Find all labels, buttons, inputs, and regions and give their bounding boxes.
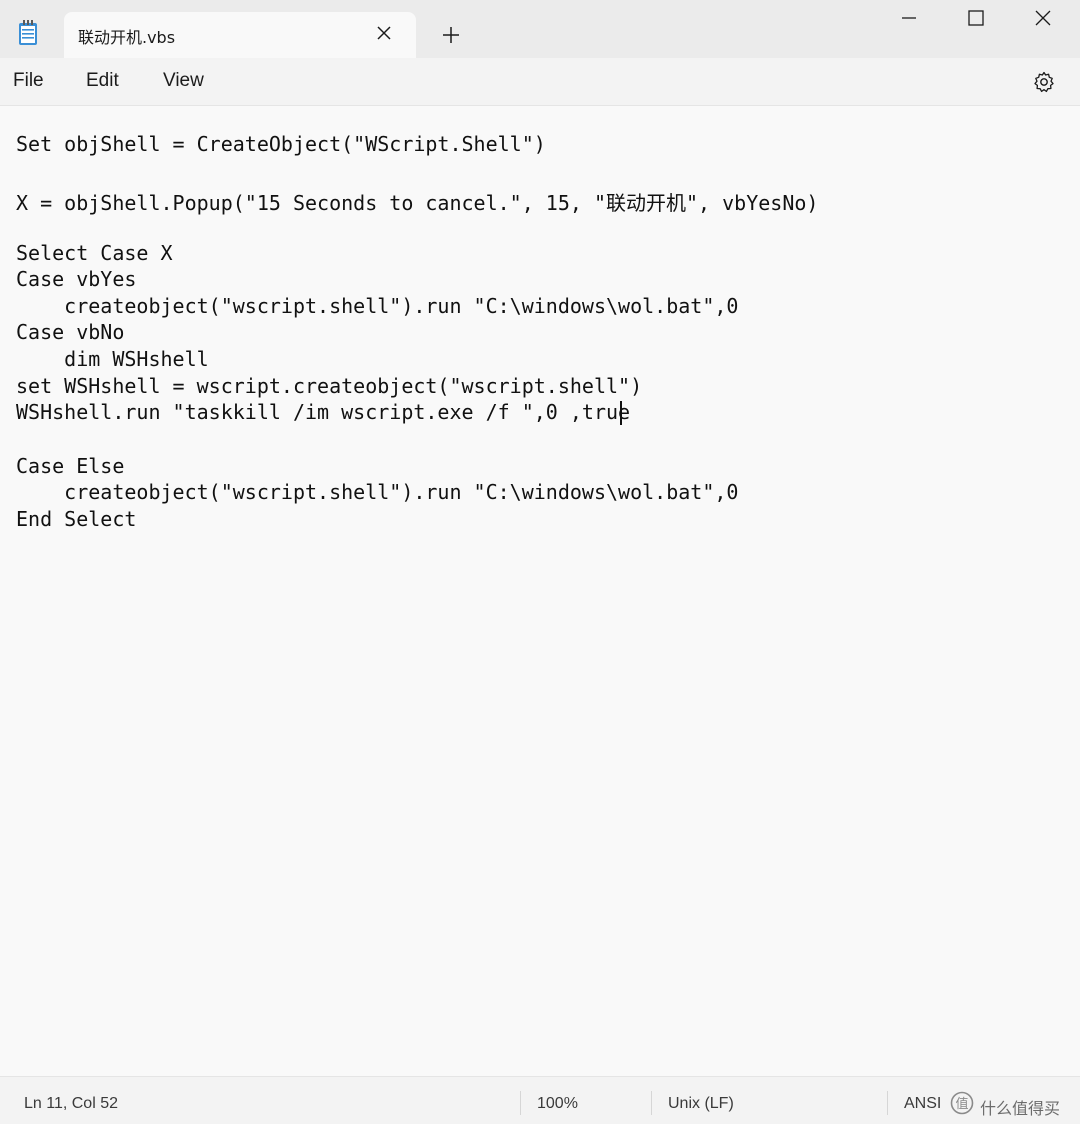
code-line: X = objShell.Popup("15 Seconds to cancel…	[16, 191, 819, 215]
menu-file[interactable]: File	[13, 70, 44, 92]
watermark-text: 什么值得买	[980, 1099, 1061, 1118]
code-line: Case Else	[16, 454, 125, 478]
tab-file[interactable]: 联动开机.vbs	[64, 12, 416, 58]
code-line: set WSHshell = wscript.createobject("wsc…	[16, 374, 643, 398]
svg-text:值: 值	[955, 1096, 968, 1112]
status-divider	[651, 1091, 652, 1115]
text-editor[interactable]: Set objShell = CreateObject("WScript.She…	[0, 106, 1080, 1076]
code-line: createobject("wscript.shell").run "C:\wi…	[16, 294, 739, 318]
close-window-button[interactable]	[1010, 0, 1078, 36]
notepad-icon	[18, 20, 38, 46]
close-icon[interactable]	[374, 23, 394, 43]
zoom-level[interactable]: 100%	[537, 1095, 578, 1113]
code-line: dim WSHshell	[16, 347, 209, 371]
code-line: Case vbYes	[16, 267, 137, 291]
line-ending[interactable]: Unix (LF)	[668, 1095, 734, 1113]
code-line: End Select	[16, 507, 137, 531]
encoding[interactable]: ANSI	[904, 1095, 941, 1113]
tab-title: 联动开机.vbs	[78, 28, 176, 47]
menu-edit[interactable]: Edit	[86, 70, 119, 92]
code-line: Case vbNo	[16, 320, 125, 344]
smzdm-logo-icon: 值	[950, 1091, 974, 1115]
title-bar: 联动开机.vbs	[0, 0, 1080, 58]
status-divider	[887, 1091, 888, 1115]
plus-icon[interactable]	[440, 24, 462, 46]
minimize-button[interactable]	[876, 0, 944, 36]
code-line: WSHshell.run "taskkill /im wscript.exe /…	[16, 400, 631, 424]
code-line: Set objShell = CreateObject("WScript.She…	[16, 132, 546, 156]
text-caret	[620, 401, 622, 425]
menu-view[interactable]: View	[163, 70, 204, 92]
code-line: Select Case X	[16, 241, 173, 265]
menu-bar: File Edit View	[0, 58, 1080, 106]
minimize-icon	[902, 17, 916, 19]
maximize-icon	[968, 10, 984, 26]
cursor-position: Ln 11, Col 52	[24, 1095, 118, 1112]
gear-icon[interactable]	[1032, 70, 1056, 94]
close-icon	[1035, 10, 1051, 26]
code-line: createobject("wscript.shell").run "C:\wi…	[16, 480, 739, 504]
maximize-button[interactable]	[943, 0, 1011, 36]
status-divider	[520, 1091, 521, 1115]
status-bar: Ln 11, Col 52 100% Unix (LF) ANSI 值 什么值得…	[0, 1076, 1080, 1124]
